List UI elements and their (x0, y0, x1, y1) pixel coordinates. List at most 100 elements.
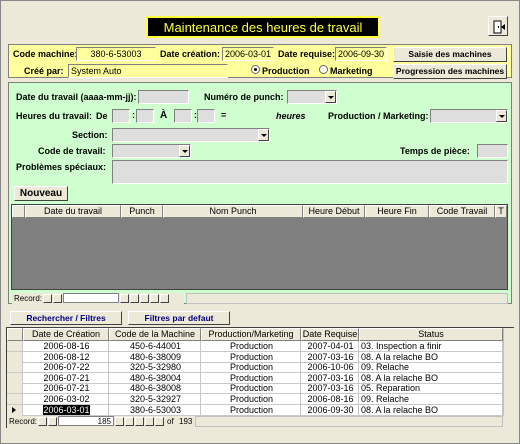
start-hour-input[interactable] (112, 109, 130, 123)
prev-record-icon[interactable] (53, 294, 62, 303)
subgrid-hscrollbar[interactable] (186, 293, 508, 304)
machines-table[interactable]: Date de Création Code de la Machine Prod… (6, 327, 514, 428)
table-cell[interactable]: 2006-07-21 (23, 372, 109, 384)
table-cell[interactable]: 2006-09-30 (301, 404, 359, 416)
table-cell[interactable]: 320-5-32980 (109, 362, 201, 374)
table-cell[interactable]: 2006-08-16 (23, 341, 109, 352)
table-cell[interactable]: 08. A la relache BO (359, 404, 503, 416)
table-cell[interactable]: Production (201, 351, 301, 363)
row-selector[interactable] (7, 362, 23, 374)
problemes-textarea[interactable] (112, 160, 508, 184)
table-cell[interactable]: 2007-04-01 (301, 341, 359, 352)
grid-col-nom-punch[interactable]: Nom Punch (163, 205, 303, 218)
table-cell[interactable]: Production (201, 383, 301, 395)
grid-col-punch[interactable]: Punch (121, 205, 163, 218)
table-cell[interactable]: 08. A la relache BO (359, 372, 503, 384)
date-requise-field[interactable]: 2006-09-30 (335, 47, 387, 61)
marketing-radio[interactable] (319, 65, 328, 76)
table-cell[interactable]: 08. A la relache BO (359, 351, 503, 363)
grid-col-code-travail[interactable]: Code Travail (429, 205, 495, 218)
table-row[interactable]: 2006-07-21 480-6-38008 Production 2007-03-1… (7, 383, 503, 395)
selected-cell-text[interactable]: 2006-03-01 (43, 404, 90, 415)
table-cell[interactable]: 05. Reparation (359, 383, 503, 395)
new-record-icon[interactable] (140, 294, 149, 303)
table-row[interactable]: 2006-07-21 480-6-38004 Production 2007-03-1… (7, 372, 503, 384)
grid-col-t[interactable]: T (495, 205, 507, 218)
code-machine-field[interactable]: 380-6-53003 (76, 47, 156, 61)
code-travail-combo[interactable] (112, 144, 191, 158)
nouveau-button[interactable]: Nouveau (14, 186, 68, 201)
row-selector[interactable] (7, 394, 23, 405)
production-radio[interactable] (251, 65, 260, 76)
first-record-icon[interactable] (38, 417, 47, 426)
table-cell[interactable]: 2006-07-21 (23, 383, 109, 395)
table-row[interactable]: 2006-03-01 380-6-53003 Production 2006-09-3… (7, 404, 503, 416)
saisie-machines-button[interactable]: Saisie des machines (393, 47, 507, 62)
table-cell[interactable]: 480-6-38004 (109, 372, 201, 384)
table-cell[interactable]: 480-6-38008 (109, 383, 201, 395)
table-col-prod-mkt[interactable]: Production/Marketing (201, 328, 301, 341)
filtres-defaut-button[interactable]: Filtres par defaut (128, 311, 230, 325)
table-cell[interactable]: 2006-03-01 (23, 404, 109, 416)
table-cell[interactable]: 2007-03-16 (301, 383, 359, 395)
end-minute-input[interactable] (197, 109, 215, 123)
table-cell[interactable]: 2006-03-02 (23, 394, 109, 405)
extra-nav-icon[interactable] (145, 417, 154, 426)
last-record-icon[interactable] (125, 417, 134, 426)
end-hour-input[interactable] (174, 109, 192, 123)
prod-mkt-combo[interactable] (430, 109, 508, 123)
radio-unselected-icon[interactable] (319, 65, 328, 74)
table-cell[interactable]: Production (201, 341, 301, 352)
table-row[interactable]: 2006-03-02 320-5-32927 Production 2006-08-1… (7, 394, 503, 405)
prev-record-icon[interactable] (48, 417, 57, 426)
radio-selected-icon[interactable] (251, 65, 260, 74)
dropdown-arrow-icon[interactable] (325, 91, 336, 103)
grid-col-heure-fin[interactable]: Heure Fin (365, 205, 429, 218)
rechercher-filtres-button[interactable]: Rechercher / Filtres (10, 311, 122, 325)
table-hscrollbar[interactable] (195, 416, 503, 427)
table-cell[interactable]: 2006-07-22 (23, 362, 109, 374)
table-cell[interactable]: 09. Relache (359, 362, 503, 374)
table-cell[interactable]: Production (201, 362, 301, 374)
row-selector[interactable] (7, 404, 23, 416)
table-cell[interactable]: 480-6-38009 (109, 351, 201, 363)
dropdown-arrow-icon[interactable] (258, 129, 269, 141)
start-minute-input[interactable] (136, 109, 154, 123)
last-record-icon[interactable] (130, 294, 139, 303)
grid-col-date[interactable]: Date du travail (25, 205, 121, 218)
numero-punch-combo[interactable] (287, 90, 337, 104)
extra-nav-icon-2[interactable] (155, 417, 164, 426)
table-row[interactable]: 2006-08-16 450-6-44001 Production 2007-04-0… (7, 341, 503, 352)
dropdown-arrow-icon[interactable] (179, 145, 190, 157)
extra-nav-icon-2[interactable] (160, 294, 169, 303)
next-record-icon[interactable] (120, 294, 129, 303)
table-cell[interactable]: 2006-10-06 (301, 362, 359, 374)
table-cell[interactable]: 03. Inspection a finir (359, 341, 503, 352)
new-record-icon[interactable] (135, 417, 144, 426)
table-cell[interactable]: 2007-03-16 (301, 372, 359, 384)
row-selector[interactable] (7, 372, 23, 384)
table-record-input[interactable]: 185 (58, 416, 114, 426)
table-col-date-requise[interactable]: Date Requise (301, 328, 359, 341)
table-col-status[interactable]: Status (359, 328, 503, 341)
extra-nav-icon[interactable] (150, 294, 159, 303)
section-combo[interactable] (112, 128, 270, 142)
production-radio-label[interactable]: Production (262, 66, 310, 76)
table-vscrollbar[interactable] (503, 328, 514, 416)
table-cell[interactable]: 2006-08-12 (23, 351, 109, 363)
row-selector[interactable] (7, 383, 23, 395)
subgrid-record-input[interactable] (63, 293, 119, 303)
table-cell[interactable]: 380-6-53003 (109, 404, 201, 416)
date-creation-field[interactable]: 2006-03-01 (222, 47, 274, 61)
row-selector[interactable] (7, 351, 23, 363)
row-selector[interactable] (7, 341, 23, 352)
cree-par-field[interactable]: System Auto (68, 64, 228, 78)
table-cell[interactable]: 09. Relache (359, 394, 503, 405)
marketing-radio-label[interactable]: Marketing (330, 66, 373, 76)
table-row[interactable]: 2006-07-22 320-5-32980 Production 2006-10-0… (7, 362, 503, 374)
table-cell[interactable]: 2007-03-16 (301, 351, 359, 363)
table-cell[interactable]: 450-6-44001 (109, 341, 201, 352)
first-record-icon[interactable] (43, 294, 52, 303)
table-cell[interactable]: Production (201, 404, 301, 416)
exit-button[interactable] (488, 16, 508, 36)
